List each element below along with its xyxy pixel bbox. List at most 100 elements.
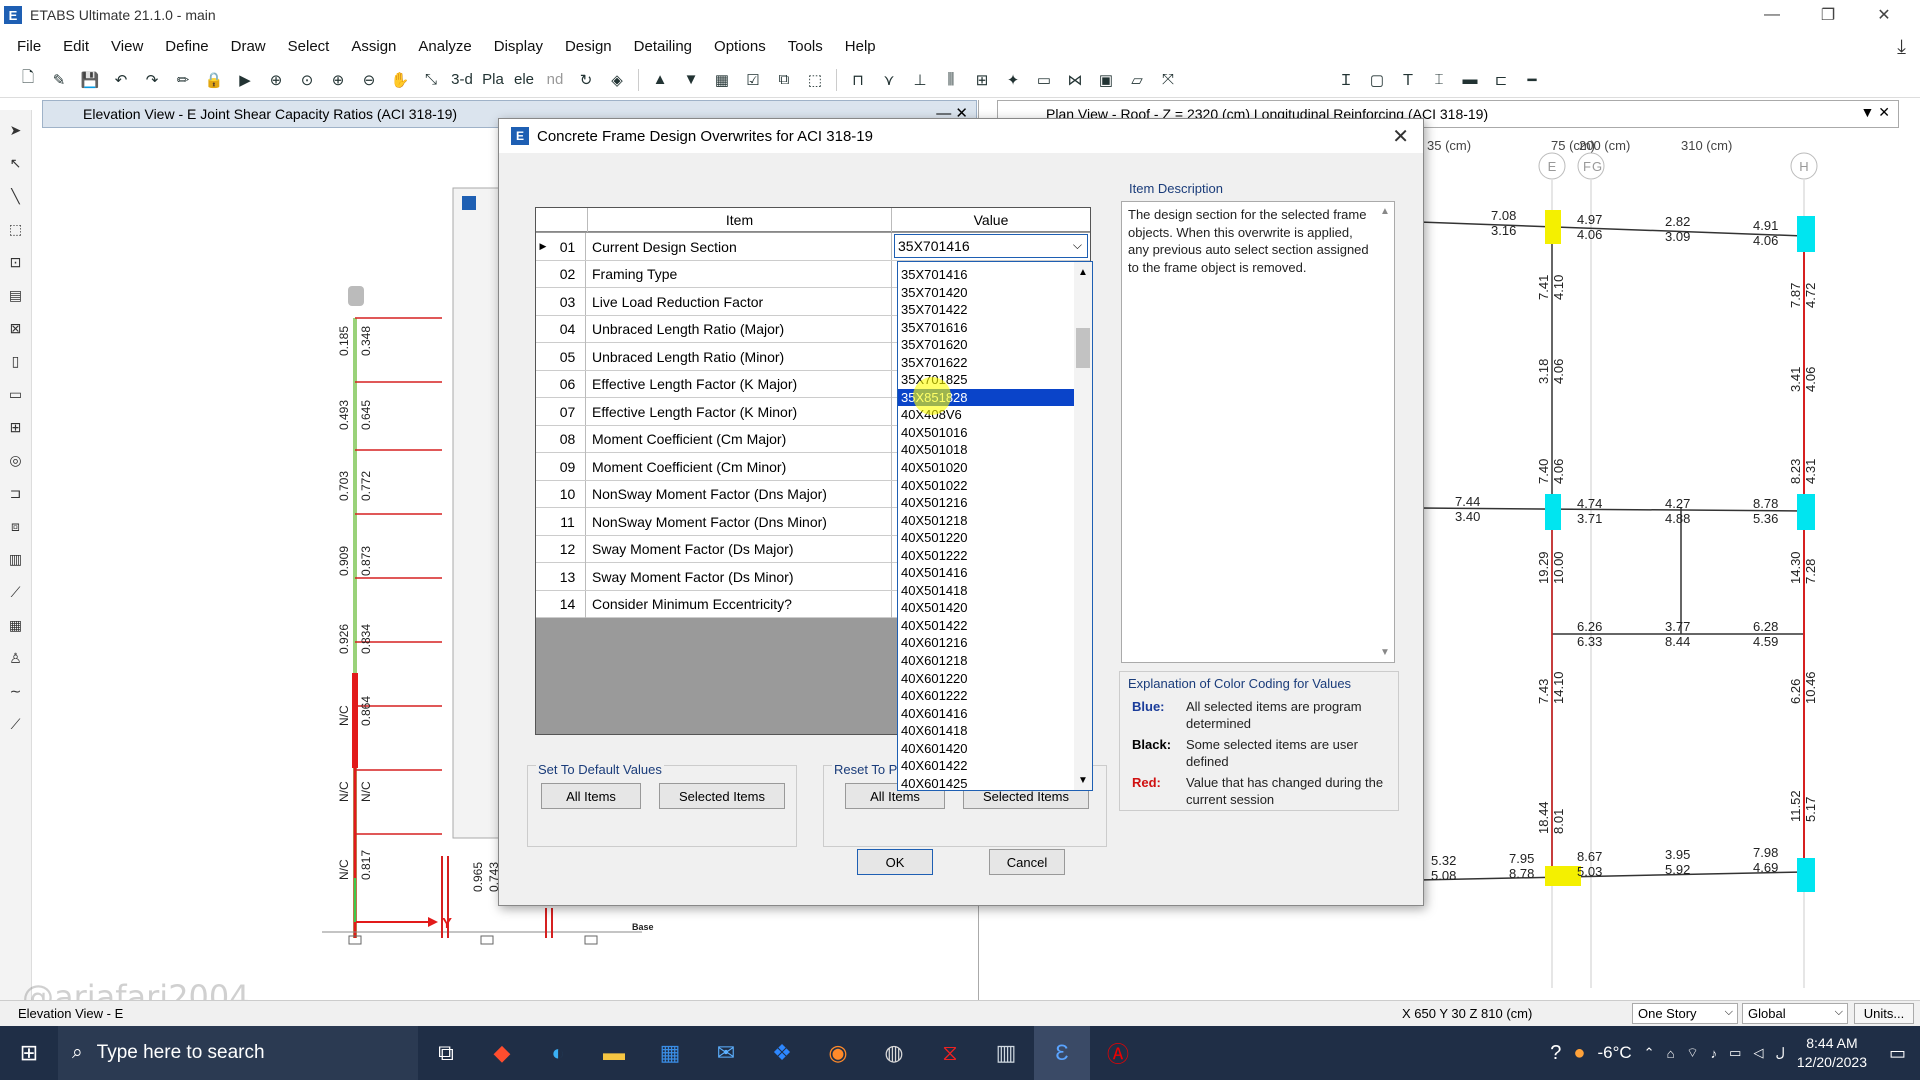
move-up-icon[interactable]: ▲ <box>648 68 672 92</box>
scroll-down-icon[interactable]: ▼ <box>1380 647 1390 658</box>
dialog-close-button[interactable]: ✕ <box>1392 124 1409 149</box>
help-icon[interactable]: ? <box>1550 1042 1561 1065</box>
row-selector[interactable] <box>536 343 550 370</box>
story-select[interactable]: One Story ⌵ <box>1632 1003 1738 1024</box>
dropdown-option[interactable]: 40X501016 <box>898 424 1074 442</box>
file-explorer-icon[interactable]: ▬ <box>586 1026 642 1080</box>
restore-button[interactable]: ❐ <box>1800 0 1856 30</box>
edge-browser-icon[interactable]: ◐ <box>530 1026 586 1080</box>
line-icon[interactable]: ╲ <box>5 184 27 208</box>
open-file-icon[interactable]: ✎ <box>47 68 71 92</box>
description-scrollbar[interactable]: ▲ ▼ <box>1376 202 1394 662</box>
dropdown-option[interactable]: 35X701422 <box>898 301 1074 319</box>
dropdown-option[interactable]: 40X501416 <box>898 564 1074 582</box>
dropdown-scrollbar[interactable]: ▲ ▼ <box>1074 262 1092 790</box>
menu-options[interactable]: Options <box>703 38 777 55</box>
section-t-icon[interactable]: Ｔ <box>1396 68 1420 92</box>
app-ball-icon[interactable]: ◍ <box>866 1026 922 1080</box>
units-button[interactable]: Units... <box>1854 1003 1914 1024</box>
chevron-down-icon[interactable]: ⌵ <box>1073 238 1082 253</box>
menu-view[interactable]: View <box>100 38 154 55</box>
view-nd-button[interactable]: nd <box>543 68 567 92</box>
draw-ramp-icon[interactable]: ⋈ <box>1063 68 1087 92</box>
pencil-icon[interactable]: ✏ <box>171 68 195 92</box>
mic-icon[interactable]: ♪ <box>1711 1046 1718 1061</box>
menu-display[interactable]: Display <box>483 38 554 55</box>
dropdown-option[interactable]: 40X501022 <box>898 477 1074 495</box>
menu-file[interactable]: File <box>6 38 52 55</box>
move-down-icon[interactable]: ▼ <box>679 68 703 92</box>
reshape-icon[interactable]: ↖ <box>5 151 27 175</box>
section-box-icon[interactable]: ▢ <box>1365 68 1389 92</box>
dropdown-option[interactable]: 40X501222 <box>898 547 1074 565</box>
draw-slab-icon[interactable]: ▭ <box>1032 68 1056 92</box>
row-selector[interactable] <box>536 453 550 480</box>
select-person-icon[interactable]: ♙ <box>5 646 27 670</box>
pan-icon[interactable]: ✋ <box>388 68 412 92</box>
row-selector[interactable] <box>536 591 550 618</box>
select-group-icon[interactable]: ⧈ <box>5 514 27 538</box>
weather-icon[interactable]: ● <box>1573 1042 1585 1065</box>
dropdown-option[interactable]: 40X501420 <box>898 599 1074 617</box>
draw-opening-icon[interactable]: ▣ <box>1094 68 1118 92</box>
close-window-button[interactable]: ✕ <box>1856 0 1912 30</box>
pointer-icon[interactable]: ➤ <box>5 118 27 142</box>
ok-button[interactable]: OK <box>857 849 933 875</box>
row-selector[interactable] <box>536 426 550 453</box>
calculator-icon[interactable]: ▥ <box>978 1026 1034 1080</box>
perspective-icon[interactable]: ◈ <box>605 68 629 92</box>
app-red-diamond-icon[interactable]: ◆ <box>474 1026 530 1080</box>
dropdown-option[interactable]: 35X701620 <box>898 336 1074 354</box>
zoom-fit-icon[interactable]: ⊙ <box>295 68 319 92</box>
lock-icon[interactable]: 🔒 <box>202 68 226 92</box>
zoom-in-icon[interactable]: ⊕ <box>326 68 350 92</box>
coord-system-select[interactable]: Global ⌵ <box>1742 1003 1848 1024</box>
row-selector[interactable] <box>536 398 550 425</box>
scroll-down-icon[interactable]: ▼ <box>1074 772 1092 788</box>
row-selector[interactable] <box>536 481 550 508</box>
select-grid-icon[interactable]: ⊞ <box>5 415 27 439</box>
scroll-up-icon[interactable]: ▲ <box>1074 264 1092 280</box>
mail-icon[interactable]: ✉ <box>698 1026 754 1080</box>
grid-row[interactable]: ▶ 01 Current Design Section 35X701416 ⌵ <box>536 233 1090 261</box>
section-dash-icon[interactable]: ▬ <box>1458 68 1482 92</box>
windows-start-icon[interactable]: ⊞ <box>0 1026 58 1080</box>
view-3d-button[interactable]: 3-d <box>450 68 474 92</box>
draw-wall-icon[interactable]: ⊞ <box>970 68 994 92</box>
section-col-icon[interactable]: ⌶ <box>1427 68 1451 92</box>
select-circle-icon[interactable]: ◎ <box>5 448 27 472</box>
select-tool-icon[interactable]: ⟋ <box>5 580 27 604</box>
new-file-icon[interactable]: 🗋 <box>16 68 40 92</box>
view-elevation-button[interactable]: ele <box>512 68 536 92</box>
etabs-taskbar-icon[interactable]: Ɛ <box>1034 1026 1090 1080</box>
section-bar-icon[interactable]: ━ <box>1520 68 1544 92</box>
acrobat-icon[interactable]: ⧖ <box>922 1026 978 1080</box>
select-window-icon[interactable]: ⬚ <box>5 217 27 241</box>
rotate-icon[interactable]: ↻ <box>574 68 598 92</box>
dropdown-option[interactable]: 40X501216 <box>898 494 1074 512</box>
row-selector[interactable] <box>536 261 550 288</box>
dropdown-option[interactable]: 40X501020 <box>898 459 1074 477</box>
notifications-icon[interactable]: ▭ <box>1889 1043 1906 1064</box>
dropdown-option[interactable]: 40X501018 <box>898 441 1074 459</box>
dropdown-option[interactable]: 40X601425 <box>898 775 1074 790</box>
grid-icon[interactable]: ▦ <box>710 68 734 92</box>
draw-point-icon[interactable]: ✦ <box>1001 68 1025 92</box>
row-selector[interactable] <box>536 288 550 315</box>
menu-draw[interactable]: Draw <box>220 38 277 55</box>
draw-beam-icon[interactable]: ⊥ <box>908 68 932 92</box>
dropdown-option[interactable]: 35X851828 <box>898 388 1074 407</box>
scroll-up-icon[interactable]: ▲ <box>1380 206 1390 217</box>
select-rect-icon[interactable]: ▭ <box>5 382 27 406</box>
run-analysis-icon[interactable]: ▶ <box>233 68 257 92</box>
select-wave-icon[interactable]: ∼ <box>5 679 27 703</box>
row-selector[interactable] <box>536 536 550 563</box>
wifi-icon[interactable]: ⌔ <box>1686 1045 1698 1061</box>
check-icon[interactable]: ☑ <box>741 68 765 92</box>
draw-columns-icon[interactable]: ⫼ <box>939 68 963 92</box>
row-selector[interactable] <box>536 371 550 398</box>
menu-edit[interactable]: Edit <box>52 38 100 55</box>
dropdown-option[interactable]: 40X501218 <box>898 512 1074 530</box>
section-i-icon[interactable]: Ｉ <box>1334 68 1358 92</box>
menu-tools[interactable]: Tools <box>777 38 834 55</box>
